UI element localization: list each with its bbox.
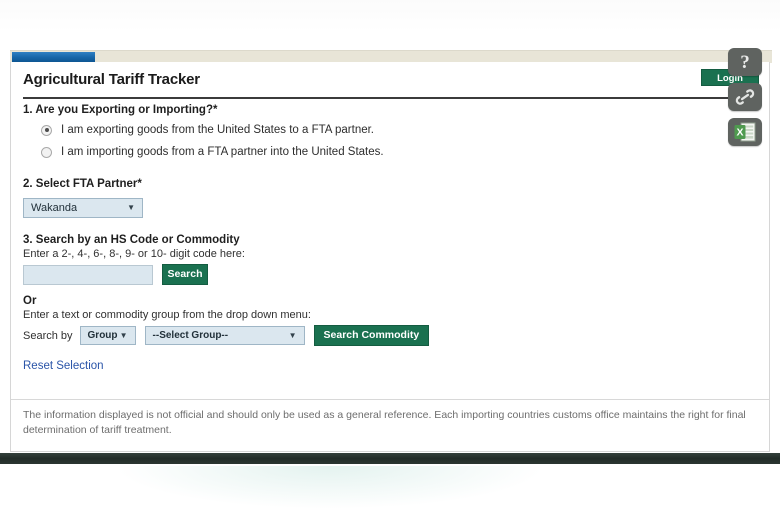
or-separator-label: Or [23, 295, 37, 307]
commodity-group-value: --Select Group-- [152, 330, 229, 341]
radio-row-importing[interactable]: I am importing goods from a FTA partner … [41, 146, 699, 158]
chevron-down-icon: ▼ [119, 330, 128, 340]
search-by-label: Search by [23, 329, 73, 342]
footer-divider [11, 399, 769, 400]
radio-row-exporting[interactable]: I am exporting goods from the United Sta… [41, 124, 699, 136]
search-by-type-select[interactable]: Group ▼ [79, 326, 136, 345]
bottom-bezel-bar [0, 453, 780, 464]
commodity-group-select[interactable]: --Select Group-- ▼ [144, 326, 305, 345]
hs-code-helper-text: Enter a 2-, 4-, 6-, 8-, 9- or 10- digit … [23, 248, 245, 260]
svg-text:X: X [736, 127, 743, 139]
search-commodity-button[interactable]: Search Commodity [313, 325, 430, 346]
excel-export-icon[interactable]: X [728, 118, 762, 146]
help-icon-glyph: ? [740, 51, 750, 73]
radio-importing-label: I am importing goods from a FTA partner … [61, 146, 384, 158]
fta-partner-select[interactable]: Wakanda ▼ [23, 198, 143, 218]
commodity-menu-helper-text: Enter a text or commodity group from the… [23, 309, 311, 321]
tariff-search-form: 1. Are you Exporting or Importing?* I am… [11, 104, 711, 372]
help-icon[interactable]: ? [728, 48, 762, 76]
chevron-down-icon: ▼ [288, 330, 297, 340]
main-content-panel: Agricultural Tariff Tracker Login 1. Are… [10, 62, 770, 452]
step3-label: 3. Search by an HS Code or Commodity [23, 234, 240, 246]
disclaimer-text: The information displayed is not officia… [23, 409, 746, 436]
search-by-type-value: Group [87, 330, 118, 341]
hs-code-input[interactable] [23, 264, 153, 285]
fta-partner-value: Wakanda [31, 202, 78, 214]
step1-label: 1. Are you Exporting or Importing?* [23, 104, 218, 116]
reset-selection-link[interactable]: Reset Selection [23, 360, 104, 372]
title-divider [23, 97, 758, 99]
excel-export-icon-glyph: X [734, 122, 756, 142]
hs-code-search-row: Search [23, 264, 699, 285]
link-icon[interactable] [728, 83, 762, 111]
chevron-down-icon: ▼ [127, 203, 135, 212]
step2-label: 2. Select FTA Partner* [23, 178, 142, 190]
panel-header: Agricultural Tariff Tracker Login [11, 62, 769, 96]
screen-reflection [120, 466, 540, 508]
radio-exporting-label: I am exporting goods from the United Sta… [61, 124, 375, 136]
progress-bar-fill [12, 52, 95, 62]
link-icon-glyph [735, 89, 755, 105]
screen-backdrop: Agricultural Tariff Tracker Login 1. Are… [0, 0, 780, 520]
commodity-search-row: Search by Group ▼ --Select Group-- ▼ Sea… [23, 325, 699, 346]
radio-importing[interactable] [41, 146, 52, 158]
page-title: Agricultural Tariff Tracker [23, 71, 200, 88]
utility-icon-rail: ? X [728, 48, 768, 153]
search-button[interactable]: Search [162, 264, 208, 285]
radio-exporting[interactable] [41, 124, 52, 136]
